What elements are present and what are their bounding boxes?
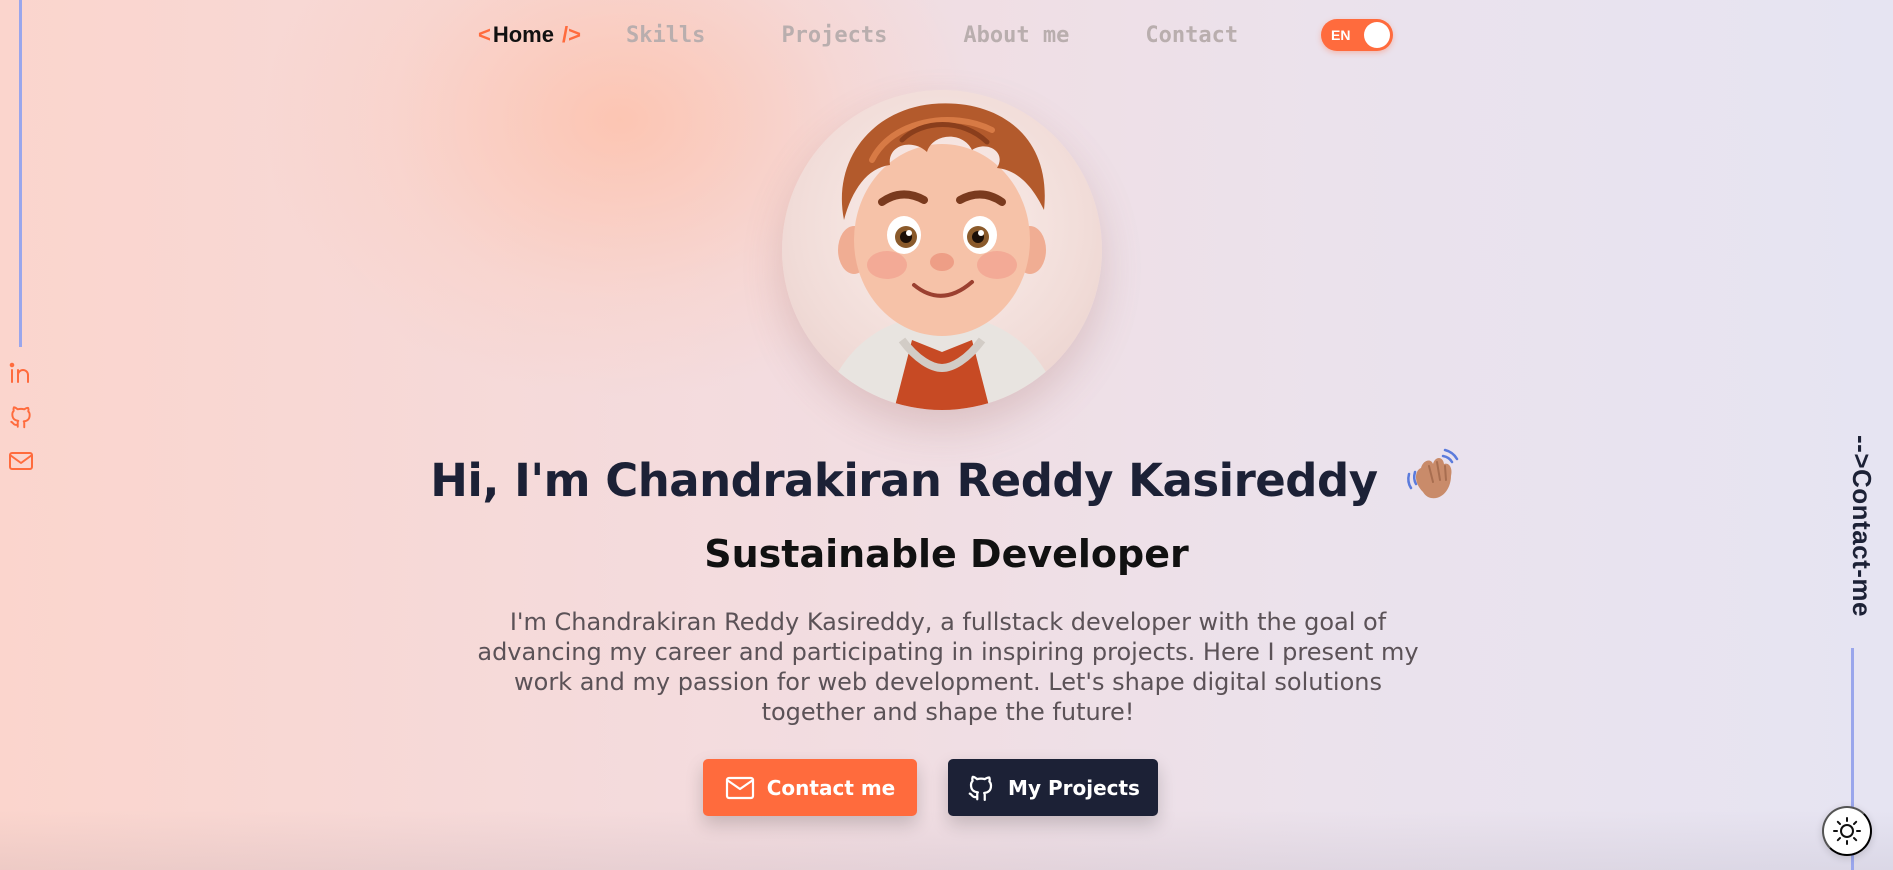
nav-home-open-bracket: < xyxy=(478,22,491,47)
linkedin-icon[interactable] xyxy=(8,360,34,386)
my-projects-button[interactable]: My Projects xyxy=(948,759,1158,816)
language-toggle[interactable]: EN xyxy=(1321,19,1393,51)
avatar xyxy=(782,90,1102,410)
hero-description: I'm Chandrakiran Reddy Kasireddy, a full… xyxy=(477,608,1419,726)
github-icon[interactable] xyxy=(8,404,34,430)
bottom-shade xyxy=(0,810,1893,870)
language-label: EN xyxy=(1331,27,1351,43)
theme-toggle-button[interactable] xyxy=(1822,806,1872,856)
headline-text: Hi, I'm Chandrakiran Reddy Kasireddy xyxy=(430,454,1378,507)
toggle-knob xyxy=(1364,22,1390,48)
mail-icon xyxy=(725,776,754,799)
contact-me-label: Contact me xyxy=(766,775,896,800)
nav-item-about-me[interactable]: About me xyxy=(963,23,1069,48)
hero-subtitle: Sustainable Developer xyxy=(704,532,1189,576)
sun-icon xyxy=(1833,817,1861,845)
hero-headline: Hi, I'm Chandrakiran Reddy Kasireddy xyxy=(0,444,1893,515)
waving-hand-icon xyxy=(1403,444,1463,515)
nav-home-close-bracket: /> xyxy=(561,22,581,47)
my-projects-label: My Projects xyxy=(1008,775,1140,800)
contact-me-button[interactable]: Contact me xyxy=(703,759,917,816)
nav-item-projects[interactable]: Projects xyxy=(781,23,887,48)
nav-item-skills[interactable]: Skills xyxy=(626,23,705,48)
left-accent-line xyxy=(19,0,22,347)
nav-home-label: Home xyxy=(492,22,554,47)
nav-item-contact[interactable]: Contact xyxy=(1145,23,1238,48)
github-icon xyxy=(968,775,993,801)
nav-home-link[interactable]: < Home /> xyxy=(478,22,581,48)
top-nav: < Home /> Skills Projects About me Conta… xyxy=(478,17,1238,53)
